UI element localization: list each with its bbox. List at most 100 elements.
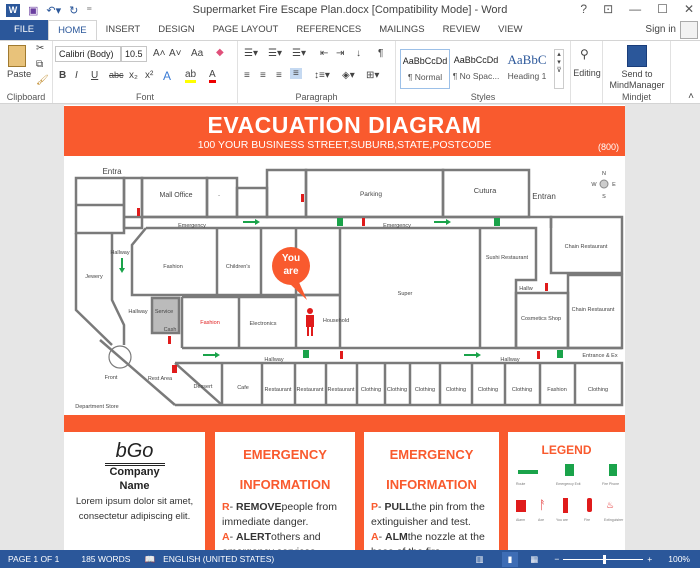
tab-page-layout[interactable]: PAGE LAYOUT [204,20,288,40]
collapse-ribbon-icon[interactable]: ˄ [688,91,694,102]
tab-mailings[interactable]: MAILINGS [370,20,433,40]
increase-indent-icon[interactable]: ⇥ [336,48,344,59]
minimize-button[interactable]: — [629,2,641,16]
page-count[interactable]: PAGE 1 OF 1 [8,554,59,564]
room-label: Hallway [128,309,148,315]
italic-button[interactable]: I [75,70,78,81]
tab-view[interactable]: VIEW [489,20,531,40]
grow-font-button[interactable]: A˄ [153,48,166,59]
tab-home[interactable]: HOME [48,20,97,40]
superscript-button[interactable]: x² [145,70,153,81]
align-right-icon[interactable]: ≡ [276,70,282,81]
underline-button[interactable]: U [91,70,98,81]
cut-icon[interactable]: ✂ [36,43,44,54]
proofing-icon[interactable]: 📖 [144,554,155,565]
room-label: Department Store [75,404,118,410]
maximize-button[interactable]: ☐ [657,2,668,16]
close-button[interactable]: ✕ [684,2,694,16]
align-center-icon[interactable]: ≡ [260,70,266,81]
subscript-button[interactable]: x₂ [129,70,138,81]
customize-qat-icon[interactable]: ⁼ [86,4,92,17]
tab-insert[interactable]: INSERT [97,20,150,40]
copy-icon[interactable]: ⧉ [36,59,43,70]
ribbon: Paste ✂ ⧉ 🖌 Clipboard Calibri (Body) 10.… [0,40,700,104]
decrease-indent-icon[interactable]: ⇤ [320,48,328,59]
bullets-icon[interactable]: ☰▾ [244,48,258,59]
print-layout-icon[interactable]: ▮ [501,551,519,567]
room-label: Hallway [264,357,284,363]
room-label: Emergency [383,223,411,229]
room-label: Household [323,318,349,324]
web-layout-icon[interactable]: ▦ [530,554,538,565]
room-label: Clothing [415,387,435,393]
styles-label: Styles [470,92,496,102]
font-name-select[interactable]: Calibri (Body) [55,46,121,62]
legend-label: Route [516,482,526,486]
zoom-in-button[interactable]: + [647,554,652,564]
numbering-icon[interactable]: ☰▾ [268,48,282,59]
room-label: Entra [102,167,122,176]
paste-icon[interactable] [8,45,26,67]
tab-review[interactable]: REVIEW [434,20,489,40]
zoom-out-button[interactable]: − [554,554,559,564]
paste-button[interactable]: Paste [7,69,31,80]
styles-scroll[interactable]: ▴ ▾ ⊽ [554,49,564,89]
style-normal[interactable]: AaBbCcDd ¶ Normal [400,49,450,89]
tab-design[interactable]: DESIGN [149,20,203,40]
tab-file[interactable]: FILE [0,20,49,40]
justify-icon[interactable]: ≡ [290,68,302,79]
style-preview: AaBbCcDd [402,56,448,66]
info-band: bGo Company Name Lorem ipsum dolor sit a… [64,415,625,558]
save-icon[interactable]: ▣ [28,4,38,17]
compass-n: N [602,171,606,177]
mindjet-group: Send to MindManager Mindjet [603,41,671,103]
route-arrow-icon [518,470,538,474]
clear-format-icon[interactable]: ◆ [216,47,224,58]
text-effects-icon[interactable]: A [163,69,171,83]
letter: R [222,501,230,513]
highlight-icon[interactable]: ab [185,69,197,83]
shading-icon[interactable]: ◈▾ [342,70,355,81]
font-color-icon[interactable]: A [209,69,216,83]
show-marks-button[interactable]: ¶ [378,48,383,59]
editing-group: ⚲ Editing [571,41,603,103]
room-label: Clothing [446,387,466,393]
tab-references[interactable]: REFERENCES [287,20,370,40]
title-bar: W ▣ ↶▾ ↻ ⁼ Supermarket Fire Escape Plan.… [0,0,700,20]
zoom-slider[interactable] [563,554,644,564]
mindmanager-icon [627,45,647,67]
sort-icon[interactable]: ↓ [356,48,361,59]
style-no-spacing[interactable]: AaBbCcDd ¶ No Spac... [451,49,501,89]
legend-label: Emergency Exit [556,482,581,486]
font-size-select[interactable]: 10.5 [121,46,147,62]
multilevel-list-icon[interactable]: ☰▾ [292,48,306,59]
language[interactable]: ENGLISH (UNITED STATES) [163,554,274,564]
info-heading: EMERGENCY INFORMATION [364,440,499,500]
room-label: Hallw [519,286,532,292]
undo-icon[interactable]: ↶▾ [46,4,61,17]
strikethrough-button[interactable]: abc [109,70,124,80]
info-heading: EMERGENCY INFORMATION [215,440,355,500]
room-label: Restaurant [265,387,292,393]
send-to-mindmanager-button[interactable]: Send to MindManager [603,69,671,91]
read-mode-icon[interactable]: ▥ [476,554,484,565]
ribbon-display-button[interactable]: ⊡ [603,2,613,16]
change-case-button[interactable]: Aa [191,48,203,59]
sign-in-link[interactable]: Sign in [645,24,676,35]
borders-icon[interactable]: ⊞▾ [366,70,379,81]
compass-w: W [591,182,597,188]
zoom-level[interactable]: 100% [668,554,690,564]
format-painter-icon[interactable]: 🖌 [36,75,49,86]
font-group: Calibri (Body) 10.5 A˄ A˅ Aa ◆ B I U abc… [53,41,238,103]
word-count[interactable]: 185 WORDS [81,554,130,564]
help-button[interactable]: ? [580,2,587,16]
zoom-thumb[interactable] [603,554,607,564]
shrink-font-button[interactable]: A˅ [169,48,182,59]
align-left-icon[interactable]: ≡ [244,70,250,81]
bold-button[interactable]: B [59,70,66,81]
style-heading-1[interactable]: AaBbC Heading 1 [502,49,552,89]
room-label: Electronics [250,321,277,327]
line-spacing-icon[interactable]: ↕≡▾ [314,70,330,81]
redo-icon[interactable]: ↻ [69,4,78,17]
avatar[interactable] [680,21,698,39]
